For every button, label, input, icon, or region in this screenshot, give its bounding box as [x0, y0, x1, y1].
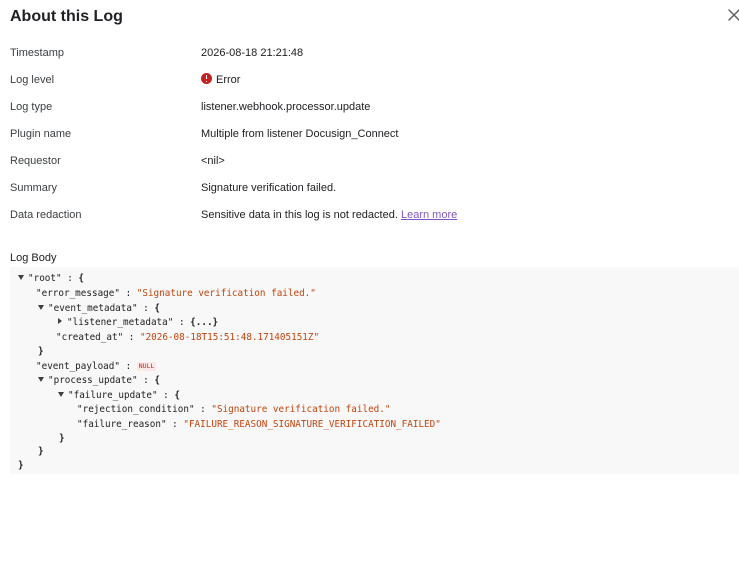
error-icon: [201, 73, 212, 84]
json-line-close-brace: }: [18, 460, 24, 471]
json-value: "2026-08-18T15:51:48.171405151Z": [139, 332, 320, 343]
property-row-data-redaction: Data redaction Sensitive data in this lo…: [10, 207, 730, 234]
data-redaction-text: Sensitive data in this log is not redact…: [201, 209, 398, 221]
json-line-listener-metadata: "listener_metadata" : {...}: [56, 315, 218, 330]
dialog-title: About this Log: [10, 8, 123, 25]
property-label: Timestamp: [10, 47, 64, 59]
log-body-json-viewer: "root" : { "error_message" : "Signature …: [10, 267, 739, 474]
property-label: Log type: [10, 101, 53, 113]
property-label: Requestor: [10, 155, 61, 167]
json-key: "failure_reason": [77, 419, 167, 430]
property-row-plugin-name: Plugin name Multiple from listener Docus…: [10, 126, 730, 153]
log-properties: Timestamp 2026-08-18 21:21:48 Log level …: [10, 45, 730, 234]
json-key: "rejection_condition": [77, 404, 195, 415]
json-key: "root": [28, 273, 62, 284]
property-row-requestor: Requestor <nil>: [10, 153, 730, 180]
json-line-close-brace: }: [38, 446, 44, 457]
json-value: "FAILURE_REASON_SIGNATURE_VERIFICATION_F…: [183, 419, 441, 430]
close-icon: [728, 9, 739, 21]
collapse-toggle-icon[interactable]: [58, 318, 62, 324]
property-row-log-level: Log level Error: [10, 72, 730, 99]
expand-toggle-icon[interactable]: [58, 392, 64, 397]
property-value: 2026-08-18 21:21:48: [201, 47, 304, 59]
json-line-close-brace: }: [59, 433, 65, 444]
property-value: listener.webhook.processor.update: [201, 101, 371, 113]
property-value: Error: [201, 72, 240, 89]
property-value: <nil>: [201, 155, 225, 167]
property-value: Signature verification failed.: [201, 182, 337, 194]
json-line-failure-reason: "failure_reason" : "FAILURE_REASON_SIGNA…: [77, 419, 441, 430]
json-key: "failure_update": [68, 390, 158, 401]
json-line-close-brace: }: [38, 346, 44, 357]
property-row-summary: Summary Signature verification failed.: [10, 180, 730, 207]
collapsed-object[interactable]: {...}: [190, 317, 218, 328]
json-key: "process_update": [48, 375, 138, 386]
json-line-rejection-condition: "rejection_condition" : "Signature verif…: [77, 404, 391, 415]
json-key: "event_metadata": [48, 303, 138, 314]
json-line-event-metadata: "event_metadata" : {: [38, 301, 160, 316]
property-label: Plugin name: [10, 128, 72, 140]
json-line-event-payload: "event_payload" : NULL: [36, 361, 157, 372]
property-label: Log level: [10, 74, 55, 86]
learn-more-link[interactable]: Learn more: [401, 209, 457, 221]
json-line-failure-update: "failure_update" : {: [58, 388, 180, 403]
expand-toggle-icon[interactable]: [38, 377, 44, 382]
json-value: "Signature verification failed.": [136, 288, 316, 299]
property-label: Data redaction: [10, 209, 82, 221]
log-level-text: Error: [216, 74, 241, 86]
json-line-created-at: "created_at" : "2026-08-18T15:51:48.1714…: [56, 332, 320, 343]
log-details-dialog: About this Log Timestamp 2026-08-18 21:2…: [0, 0, 739, 574]
property-row-timestamp: Timestamp 2026-08-18 21:21:48: [10, 45, 730, 72]
close-button[interactable]: [725, 6, 739, 24]
property-label: Summary: [10, 182, 58, 194]
json-line-root: "root" : {: [18, 271, 84, 286]
expand-toggle-icon[interactable]: [18, 275, 24, 280]
json-line-process-update: "process_update" : {: [38, 373, 160, 388]
json-key: "error_message": [36, 288, 120, 299]
json-value: "Signature verification failed.": [211, 404, 391, 415]
property-value: Sensitive data in this log is not redact…: [201, 207, 457, 224]
json-key: "listener_metadata": [67, 317, 174, 328]
property-row-log-type: Log type listener.webhook.processor.upda…: [10, 99, 730, 126]
property-value: Multiple from listener Docusign_Connect: [201, 128, 399, 140]
log-body-title: Log Body: [10, 252, 57, 264]
expand-toggle-icon[interactable]: [38, 305, 44, 310]
json-key: "event_payload": [36, 361, 120, 372]
null-badge: NULL: [136, 362, 157, 371]
json-line-error-message: "error_message" : "Signature verificatio…: [36, 288, 316, 299]
json-key: "created_at": [56, 332, 124, 343]
